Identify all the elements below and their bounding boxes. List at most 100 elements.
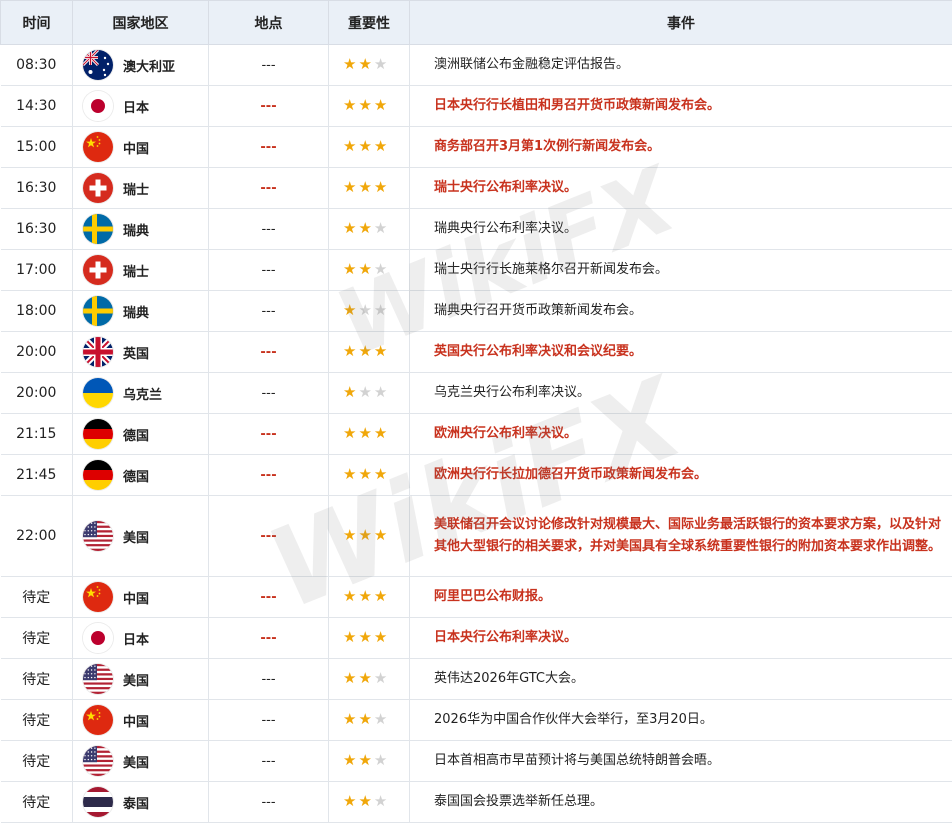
star-icon: ★ [374,424,387,442]
usa-flag-icon [83,521,113,551]
star-icon: ★ [374,669,387,687]
star-icon: ★ [343,342,356,360]
star-icon: ★ [343,465,356,483]
thailand-flag-icon [83,787,113,817]
cell-time: 20:00 [1,332,73,373]
header-importance: 重要性 [329,1,410,45]
star-icon: ★ [343,710,356,728]
star-icon: ★ [343,792,356,810]
header-time: 时间 [1,1,73,45]
cell-country: 泰国 [73,782,209,823]
cell-importance: ★★★ [329,209,410,250]
star-icon: ★ [358,587,371,605]
cell-time: 22:00 [1,496,73,577]
cell-location: --- [209,455,329,496]
table-row: 16:30瑞士---★★★瑞士央行公布利率决议。 [1,168,952,209]
cell-location: --- [209,741,329,782]
cell-importance: ★★★ [329,577,410,618]
star-icon: ★ [374,526,387,544]
cell-location: --- [209,373,329,414]
star-icon: ★ [343,301,356,319]
country-name: 瑞典 [123,220,149,239]
country-name: 泰国 [123,793,149,812]
cell-importance: ★★★ [329,414,410,455]
star-icon: ★ [358,137,371,155]
cell-event: 日本央行行长植田和男召开货币政策新闻发布会。 [410,86,952,127]
cell-location: --- [209,332,329,373]
ukraine-flag-icon [83,378,113,408]
switzerland-flag-icon [83,173,113,203]
table-row: 21:15德国---★★★欧洲央行公布利率决议。 [1,414,952,455]
table-row: 20:00乌克兰---★★★乌克兰央行公布利率决议。 [1,373,952,414]
cell-importance: ★★★ [329,45,410,86]
cell-time: 08:30 [1,45,73,86]
country-name: 德国 [123,466,149,485]
cell-time: 待定 [1,741,73,782]
cell-country: 英国 [73,332,209,373]
cell-time: 18:00 [1,291,73,332]
star-icon: ★ [374,710,387,728]
star-icon: ★ [358,178,371,196]
cell-importance: ★★★ [329,291,410,332]
table-row: 待定美国---★★★日本首相高市早苗预计将与美国总统特朗普会晤。 [1,741,952,782]
country-name: 中国 [123,138,149,157]
country-name: 英国 [123,343,149,362]
star-icon: ★ [374,587,387,605]
country-name: 美国 [123,752,149,771]
star-icon: ★ [343,628,356,646]
cell-importance: ★★★ [329,250,410,291]
cell-country: 美国 [73,741,209,782]
country-name: 德国 [123,425,149,444]
australia-flag-icon [83,50,113,80]
cell-event: 欧洲央行公布利率决议。 [410,414,952,455]
cell-importance: ★★★ [329,496,410,577]
cell-location: --- [209,496,329,577]
cell-location: --- [209,291,329,332]
cell-country: 日本 [73,618,209,659]
star-icon: ★ [374,301,387,319]
star-icon: ★ [374,628,387,646]
cell-location: --- [209,700,329,741]
cell-event: 瑞士央行公布利率决议。 [410,168,952,209]
china-flag-icon [83,582,113,612]
star-icon: ★ [358,465,371,483]
table-row: 14:30日本---★★★日本央行行长植田和男召开货币政策新闻发布会。 [1,86,952,127]
japan-flag-icon [83,91,113,121]
cell-importance: ★★★ [329,618,410,659]
cell-time: 16:30 [1,209,73,250]
cell-location: --- [209,168,329,209]
cell-country: 乌克兰 [73,373,209,414]
star-icon: ★ [358,96,371,114]
star-icon: ★ [374,465,387,483]
star-icon: ★ [374,792,387,810]
cell-importance: ★★★ [329,127,410,168]
cell-country: 中国 [73,577,209,618]
cell-time: 17:00 [1,250,73,291]
star-icon: ★ [343,260,356,278]
country-name: 瑞士 [123,261,149,280]
cell-time: 待定 [1,577,73,618]
cell-time: 16:30 [1,168,73,209]
star-icon: ★ [343,96,356,114]
cell-event: 英伟达2026年GTC大会。 [410,659,952,700]
cell-time: 待定 [1,659,73,700]
table-row: 待定泰国---★★★泰国国会投票选举新任总理。 [1,782,952,823]
cell-event: 瑞士央行行长施莱格尔召开新闻发布会。 [410,250,952,291]
star-icon: ★ [343,424,356,442]
star-icon: ★ [374,219,387,237]
star-icon: ★ [358,55,371,73]
sweden-flag-icon [83,214,113,244]
usa-flag-icon [83,746,113,776]
star-icon: ★ [358,628,371,646]
star-icon: ★ [358,301,371,319]
cell-event: 阿里巴巴公布财报。 [410,577,952,618]
cell-time: 21:15 [1,414,73,455]
star-icon: ★ [358,260,371,278]
table-row: 待定日本---★★★日本央行公布利率决议。 [1,618,952,659]
star-icon: ★ [358,669,371,687]
star-icon: ★ [358,219,371,237]
star-icon: ★ [374,260,387,278]
cell-time: 待定 [1,782,73,823]
star-icon: ★ [374,751,387,769]
germany-flag-icon [83,419,113,449]
